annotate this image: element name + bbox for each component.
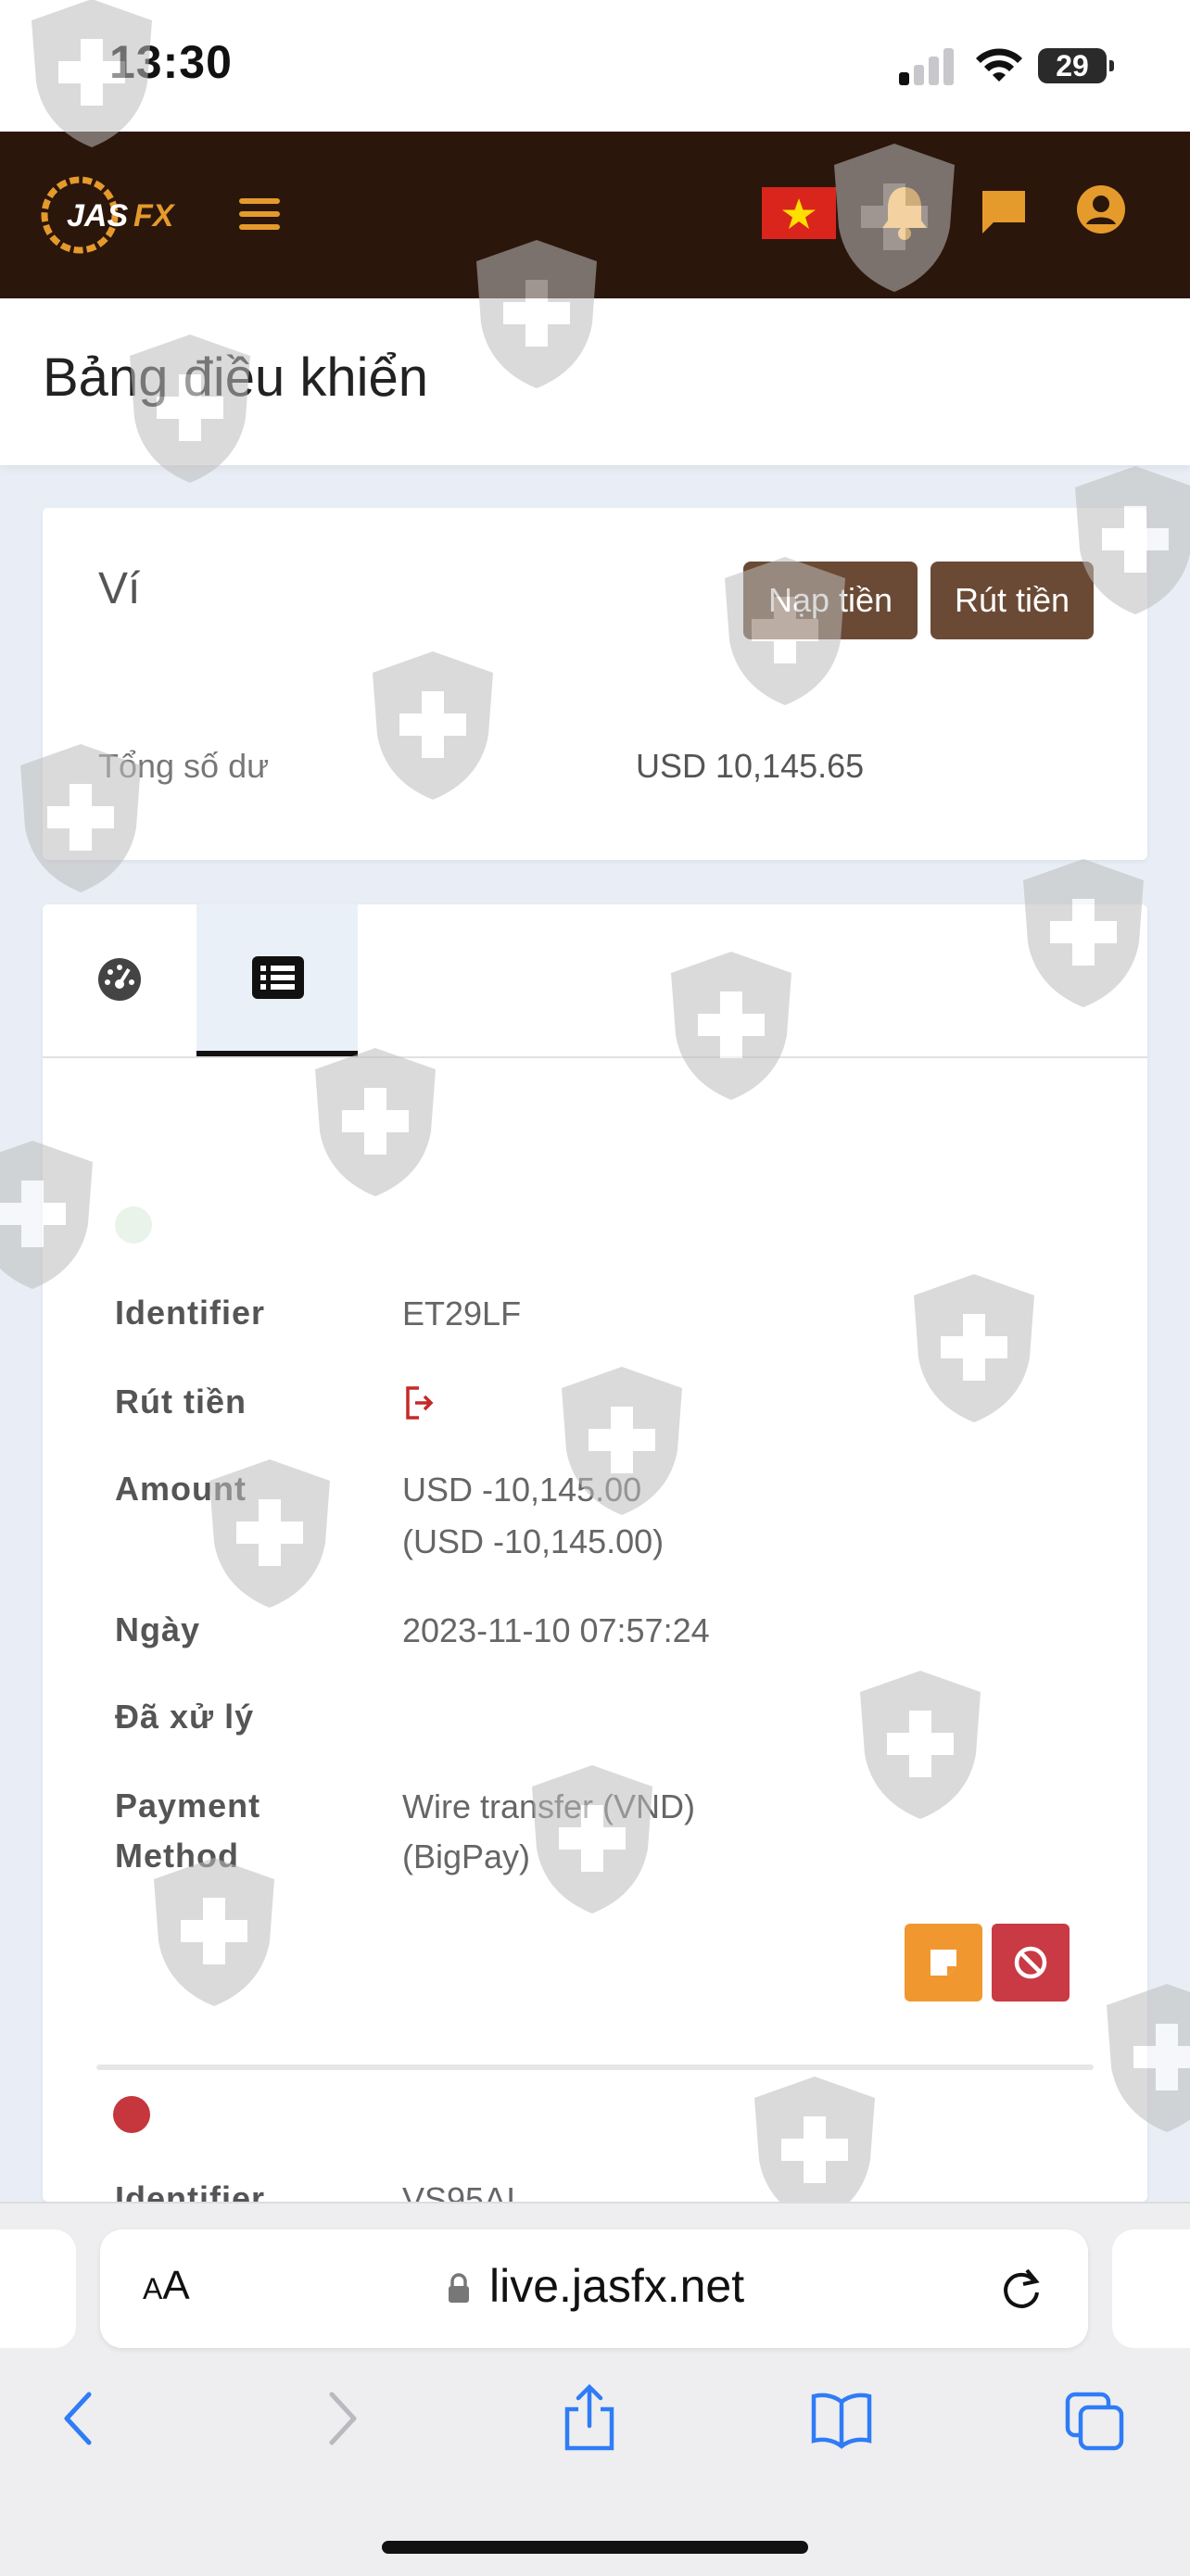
browser-toolbar: AA live.jasfx.net — [0, 2202, 1190, 2576]
chat-message-icon[interactable] — [979, 187, 1029, 237]
ban-icon — [1014, 1946, 1047, 1979]
identifier-label: Identifier — [115, 1294, 266, 1332]
payment-method-value-line2: (BigPay) — [402, 1837, 531, 1875]
menu-hamburger-icon[interactable] — [239, 198, 280, 230]
transaction-status-dot — [113, 2096, 150, 2133]
status-time: 13:30 — [109, 36, 233, 88]
dashboard-gauge-icon — [98, 958, 141, 1001]
app-header: JAS FX — [0, 132, 1190, 298]
url-text: live.jasfx.net — [489, 2260, 745, 2312]
page-title: Bảng điều khiển — [43, 347, 428, 408]
deposit-button[interactable]: Nạp tiền — [743, 562, 918, 639]
back-arrow-icon[interactable] — [46, 2381, 113, 2456]
transaction-separator — [96, 2065, 1094, 2070]
jasfx-logo[interactable]: JAS FX — [41, 172, 189, 258]
wallet-card: Ví Nạp tiền Rút tiền Tổng số dư USD 10,1… — [43, 508, 1147, 860]
payment-method-value-line1: Wire transfer (VND) — [402, 1787, 696, 1825]
user-account-icon[interactable] — [1075, 183, 1127, 235]
identifier-value: ET29LF — [402, 1294, 522, 1332]
payment-method-label-line1: Payment — [115, 1787, 261, 1825]
cellular-signal-icon — [899, 46, 956, 85]
date-label: Ngày — [115, 1610, 201, 1648]
tab-dashboard[interactable] — [43, 904, 196, 1056]
total-balance-label: Tổng số dư — [98, 747, 270, 785]
lock-icon — [449, 2273, 469, 2303]
type-label: Rút tiền — [115, 1383, 247, 1421]
date-value: 2023-11-10 07:57:24 — [402, 1611, 710, 1649]
vietnam-flag-icon[interactable] — [762, 187, 836, 239]
forward-arrow-icon[interactable] — [308, 2381, 374, 2456]
amount-label: Amount — [115, 1470, 247, 1508]
page-title-bar: Bảng điều khiển — [0, 298, 1190, 465]
tabs-overview-icon[interactable] — [1062, 2381, 1129, 2456]
wifi-icon — [976, 48, 1022, 82]
notification-bell-icon[interactable] — [879, 183, 930, 241]
tab-transaction-list[interactable] — [196, 904, 358, 1056]
transactions-card: Identifier ET29LF Rút tiền Amount USD -1… — [43, 904, 1147, 2202]
home-indicator — [382, 2541, 808, 2554]
svg-text:FX: FX — [133, 198, 176, 234]
list-icon — [252, 956, 304, 999]
next-tab-preview[interactable] — [1112, 2229, 1190, 2348]
identifier-value: VS95AI — [402, 2180, 516, 2202]
wallet-title: Ví — [98, 564, 141, 613]
withdraw-button[interactable]: Rút tiền — [930, 562, 1094, 639]
transaction-status-dot — [115, 1206, 152, 1244]
amount-converted-value: (USD -10,145.00) — [402, 1522, 665, 1560]
previous-tab-preview[interactable] — [0, 2229, 76, 2348]
ios-status-bar: 13:30 29 — [0, 0, 1190, 132]
amount-value: USD -10,145.00 — [402, 1471, 642, 1509]
share-icon[interactable] — [556, 2381, 623, 2456]
note-button[interactable] — [905, 1924, 982, 2001]
processed-label: Đã xử lý — [115, 1698, 255, 1736]
bookmarks-book-icon[interactable] — [808, 2381, 875, 2456]
sticky-note-icon — [930, 1950, 956, 1976]
reload-icon[interactable] — [997, 2265, 1045, 2313]
payment-method-label-line2: Method — [115, 1837, 239, 1875]
identifier-label: Identifier — [115, 2179, 266, 2202]
withdraw-exit-icon — [406, 1386, 434, 1420]
total-balance-value: USD 10,145.65 — [636, 747, 865, 785]
svg-text:JAS: JAS — [67, 198, 128, 234]
tab-divider — [43, 1056, 1147, 1058]
battery-icon: 29 — [1038, 48, 1114, 83]
text-size-button[interactable]: AA — [143, 2263, 190, 2309]
cancel-transaction-button[interactable] — [992, 1924, 1070, 2001]
address-bar[interactable]: AA live.jasfx.net — [100, 2229, 1088, 2348]
